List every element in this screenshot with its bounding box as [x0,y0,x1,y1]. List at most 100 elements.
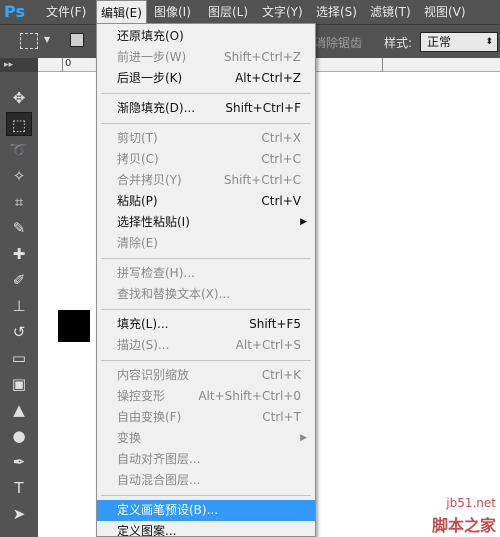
brush-icon[interactable]: ✐ [6,268,32,292]
menu-item[interactable]: 自动混合图层... [97,470,315,491]
magic-wand-icon[interactable]: ✧ [6,164,32,188]
select-arrows-icon: ⬍ [485,37,493,47]
lasso-icon[interactable]: ➰ [6,138,32,162]
menu-item-label: 操控变形 [117,389,166,403]
toolbox-collapse-icon[interactable]: ▸▸ [0,58,38,72]
menu-item[interactable]: 填充(L)... Shift+F5 [97,314,315,335]
style-select-value: 正常 [427,35,452,49]
eraser-icon[interactable]: ▭ [6,346,32,370]
menu-item[interactable]: 后退一步(K) Alt+Ctrl+Z [97,68,315,89]
menu-item[interactable]: 拷贝(C) Ctrl+C [97,149,315,170]
menu-7[interactable]: 视图(V) [420,0,470,24]
marquee-tool-preset-icon[interactable] [20,33,38,49]
marquee-icon[interactable]: ⬚ [6,112,32,136]
menu-item-label: 剪切(T) [117,131,158,145]
menu-item-shortcut: Shift+Ctrl+C [223,173,301,187]
menu-item[interactable]: 拼写检查(H)... [97,263,315,284]
toolbox: ▸▸ ✥ ⬚ ➰ ✧ ⌗ ✎ ✚ ✐ ⊥ ↺ ▭ ▣ ▲ ● ✒ T ➤ [0,58,38,537]
move-icon[interactable]: ✥ [6,86,32,110]
menu-separator [101,93,311,94]
menu-item-shortcut: Alt+Shift+Ctrl+0 [198,389,301,403]
pen-icon[interactable]: ✒ [6,450,32,474]
style-label: 样式: [384,36,413,50]
menu-item-label: 描边(S)... [117,338,170,352]
submenu-arrow-icon: ▶ [300,217,307,227]
type-icon[interactable]: T [6,476,32,500]
menu-item-label: 自动对齐图层... [117,452,201,466]
menu-item-shortcut: Ctrl+C [261,152,301,166]
menu-item[interactable]: 还原填充(O) [97,26,315,47]
menu-item[interactable]: 定义画笔预设(B)... [97,500,315,521]
menu-6[interactable]: 滤镜(T) [366,0,415,24]
menu-item[interactable]: 定义图案... [97,521,315,537]
menu-item[interactable]: 自动对齐图层... [97,449,315,470]
menu-item[interactable]: 描边(S)... Alt+Ctrl+S [97,335,315,356]
healing-brush-icon[interactable]: ✚ [6,242,32,266]
menu-3[interactable]: 图层(L) [204,0,252,24]
menu-0[interactable]: 文件(F) [42,0,90,24]
menu-item-shortcut: Alt+Ctrl+Z [235,71,301,85]
path-select-icon[interactable]: ➤ [6,502,32,526]
style-select[interactable]: 正常 ⬍ [420,32,498,52]
menu-item[interactable]: 自由变换(F) Ctrl+T [97,407,315,428]
menu-item-label: 查找和替换文本(X)... [117,287,231,301]
menu-separator [101,258,311,259]
menu-separator [101,360,311,361]
menu-item[interactable]: 粘贴(P) Ctrl+V [97,191,315,212]
menu-item-label: 前进一步(W) [117,50,187,64]
crop-icon[interactable]: ⌗ [6,190,32,214]
new-selection-button[interactable] [70,33,84,47]
menu-item-label: 自动混合图层... [117,473,201,487]
menu-item[interactable]: 内容识别缩放 Ctrl+K [97,365,315,386]
menu-item-label: 变换 [117,431,142,445]
menu-item-label: 拼写检查(H)... [117,266,195,280]
menu-item[interactable]: 操控变形 Alt+Shift+Ctrl+0 [97,386,315,407]
menu-item[interactable]: 前进一步(W) Shift+Ctrl+Z [97,47,315,68]
menu-1[interactable]: 编辑(E) [96,0,147,24]
menu-item-label: 粘贴(P) [117,194,158,208]
menu-2[interactable]: 图像(I) [150,0,195,24]
menu-item-shortcut: Shift+F5 [249,317,301,331]
dodge-icon[interactable]: ● [6,424,32,448]
menu-item-label: 内容识别缩放 [117,368,190,382]
menu-item-label: 渐隐填充(D)... [117,101,196,115]
ruler-tick-label: 0 [62,58,71,72]
menu-item-shortcut: Ctrl+X [261,131,301,145]
menu-item[interactable]: 选择性粘贴(I) ▶ [97,212,315,233]
menu-item-label: 拷贝(C) [117,152,159,166]
menu-item[interactable]: 变换 ▶ [97,428,315,449]
ruler-tick [382,58,385,72]
menu-item-shortcut: Shift+Ctrl+Z [224,50,301,64]
menu-separator [101,123,311,124]
menu-item-label: 定义画笔预设(B)... [117,503,219,517]
black-filled-square [58,310,90,342]
menu-item[interactable]: 渐隐填充(D)... Shift+Ctrl+F [97,98,315,119]
menu-item-label: 定义图案... [117,524,177,537]
menu-item-label: 后退一步(K) [117,71,183,85]
clone-stamp-icon[interactable]: ⊥ [6,294,32,318]
eyedropper-icon[interactable]: ✎ [6,216,32,240]
gradient-icon[interactable]: ▣ [6,372,32,396]
menu-5[interactable]: 选择(S) [312,0,361,24]
menu-item-shortcut: Shift+Ctrl+F [225,101,301,115]
blur-icon[interactable]: ▲ [6,398,32,422]
edit-menu-dropdown: 还原填充(O) 前进一步(W) Shift+Ctrl+Z 后退一步(K) Alt+Ctr… [96,23,316,537]
menu-item-label: 合并拷贝(Y) [117,173,182,187]
menu-item[interactable]: 查找和替换文本(X)... [97,284,315,305]
submenu-arrow-icon: ▶ [300,433,307,443]
menu-item[interactable]: 清除(E) [97,233,315,254]
watermark-url: jb51.net [446,496,496,510]
menu-item[interactable]: 合并拷贝(Y) Shift+Ctrl+C [97,170,315,191]
menu-4[interactable]: 文字(Y) [258,0,307,24]
history-brush-icon[interactable]: ↺ [6,320,32,344]
menu-item-label: 选择性粘贴(I) [117,215,190,229]
menu-item-label: 还原填充(O) [117,29,184,43]
menu-item-shortcut: Ctrl+K [261,368,301,382]
watermark-site-name: 脚本之家 [431,516,496,535]
menu-bar: Ps 文件(F) 编辑(E) 图像(I) 图层(L) 文字(Y) 选择(S) 滤镜(T) 视图… [0,0,500,24]
menu-item-shortcut: Alt+Ctrl+S [235,338,301,352]
menu-item-label: 自由变换(F) [117,410,182,424]
menu-separator [101,495,311,496]
preset-dropdown-arrow-icon[interactable]: ▼ [44,35,50,44]
menu-item[interactable]: 剪切(T) Ctrl+X [97,128,315,149]
